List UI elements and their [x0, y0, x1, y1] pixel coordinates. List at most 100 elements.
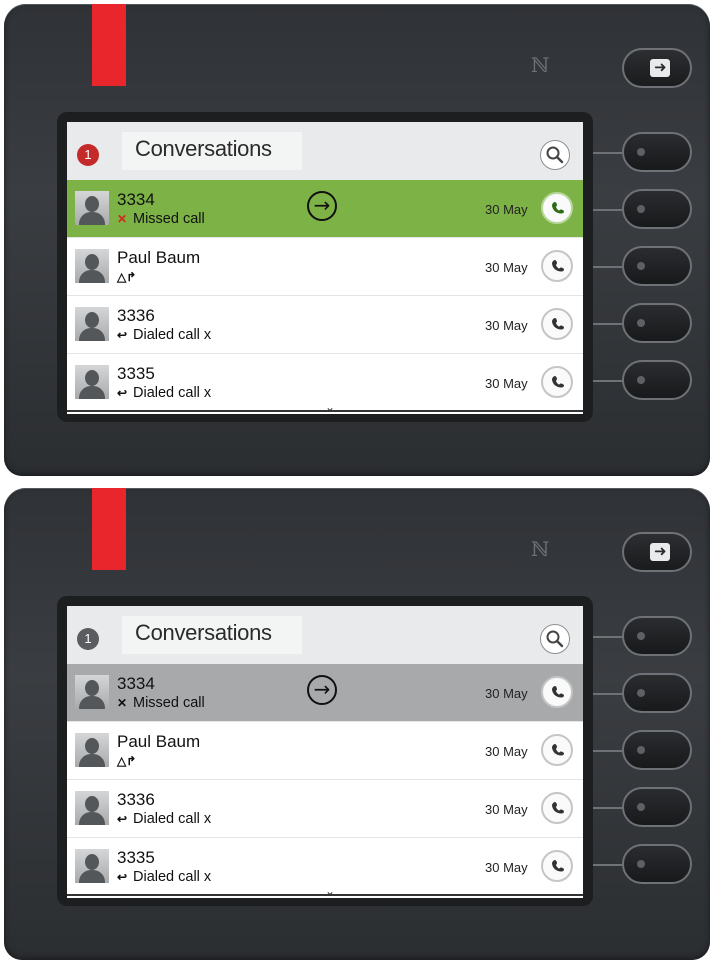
- call-button[interactable]: [541, 192, 573, 224]
- key-dot: [637, 148, 645, 156]
- dialed-call-icon: ↩: [117, 328, 128, 342]
- call-date: 30 May: [485, 744, 528, 759]
- key-dot: [637, 632, 645, 640]
- call-status: ↩ Dialed call x: [117, 869, 211, 885]
- list-item[interactable]: 3336 ↩ Dialed call x 30 May: [67, 296, 583, 354]
- key-connector: [593, 693, 623, 695]
- call-status-label: Missed call: [133, 695, 205, 711]
- forward-icon: △↱: [117, 754, 137, 768]
- message-led: [92, 4, 126, 86]
- search-button[interactable]: [540, 140, 570, 170]
- phone-icon: [552, 860, 564, 872]
- call-status-label: Dialed call x: [133, 869, 212, 885]
- key-connector: [593, 209, 623, 211]
- unread-badge: 1: [77, 144, 99, 166]
- softkey-3[interactable]: [622, 730, 692, 770]
- key-dot: [637, 376, 645, 384]
- key-dot: [637, 205, 645, 213]
- contact-name: 3336: [117, 790, 155, 809]
- key-connector: [593, 266, 623, 268]
- avatar: [75, 675, 109, 709]
- dialed-call-icon: ↩: [117, 386, 128, 400]
- nfc-icon: ℕ: [531, 53, 550, 77]
- list-item[interactable]: 3336 ↩ Dialed call x 30 May: [67, 780, 583, 838]
- key-dot: [637, 803, 645, 811]
- contact-name: 3335: [117, 364, 155, 383]
- contact-name: Paul Baum: [117, 732, 201, 751]
- key-connector: [593, 380, 623, 382]
- call-status-label: Dialed call x: [133, 811, 212, 827]
- call-status: ✕ Missed call: [117, 211, 205, 227]
- call-status: ✕ Missed call: [117, 695, 205, 711]
- call-button[interactable]: [541, 250, 573, 282]
- softkey-2[interactable]: [622, 673, 692, 713]
- arrow-right-icon[interactable]: →: [307, 675, 337, 705]
- call-button[interactable]: [541, 676, 573, 708]
- phone-icon: [552, 202, 564, 214]
- phone-panel-top: ℕ 1 Conversations 3334 ✕ Missed call: [4, 4, 710, 476]
- call-button[interactable]: [541, 734, 573, 766]
- divider: [67, 410, 583, 412]
- exit-key-button[interactable]: [622, 48, 692, 88]
- avatar: [75, 791, 109, 825]
- forward-icon: △↱: [117, 270, 137, 284]
- call-button[interactable]: [541, 308, 573, 340]
- page-title: Conversations: [135, 620, 272, 645]
- softkey-5[interactable]: [622, 844, 692, 884]
- key-dot: [637, 319, 645, 327]
- contact-name: Paul Baum: [117, 248, 201, 267]
- call-status-label: Dialed call x: [133, 385, 212, 401]
- phone-icon: [552, 260, 564, 272]
- list-item[interactable]: Paul Baum △↱ 30 May: [67, 238, 583, 296]
- avatar: [75, 307, 109, 341]
- key-connector: [593, 750, 623, 752]
- call-date: 30 May: [485, 860, 528, 875]
- phone-icon: [552, 318, 564, 330]
- call-status: ↩ Dialed call x: [117, 385, 211, 401]
- phone-icon: [552, 376, 564, 388]
- arrow-right-icon[interactable]: →: [307, 191, 337, 221]
- call-status: △↱: [117, 753, 137, 769]
- contact-name: 3336: [117, 306, 155, 325]
- softkey-4[interactable]: [622, 787, 692, 827]
- key-connector: [593, 807, 623, 809]
- call-date: 30 May: [485, 376, 528, 391]
- key-dot: [637, 860, 645, 868]
- call-date: 30 May: [485, 318, 528, 333]
- call-status-label: Dialed call x: [133, 327, 212, 343]
- search-button[interactable]: [540, 624, 570, 654]
- call-date: 30 May: [485, 802, 528, 817]
- exit-key-button[interactable]: [622, 532, 692, 572]
- search-icon: [546, 146, 564, 164]
- call-button[interactable]: [541, 366, 573, 398]
- softkey-3[interactable]: [622, 246, 692, 286]
- avatar: [75, 365, 109, 399]
- display-screen: 1 Conversations 3334 ✕ Missed call → 30 M…: [67, 122, 583, 414]
- softkey-4[interactable]: [622, 303, 692, 343]
- softkey-1[interactable]: [622, 132, 692, 172]
- message-led: [92, 488, 126, 570]
- avatar: [75, 249, 109, 283]
- avatar: [75, 733, 109, 767]
- softkey-2[interactable]: [622, 189, 692, 229]
- phone-icon: [552, 744, 564, 756]
- call-button[interactable]: [541, 850, 573, 882]
- display-screen: 1 Conversations 3334 ✕ Missed call → 30 M…: [67, 606, 583, 898]
- softkey-5[interactable]: [622, 360, 692, 400]
- phone-panel-bottom: ℕ 1 Conversations 3334 ✕ Missed call: [4, 488, 710, 960]
- key-connector: [593, 323, 623, 325]
- softkey-1[interactable]: [622, 616, 692, 656]
- key-connector: [593, 152, 623, 154]
- list-item[interactable]: Paul Baum △↱ 30 May: [67, 722, 583, 780]
- list-item[interactable]: 3334 ✕ Missed call → 30 May: [67, 180, 583, 238]
- list-item[interactable]: 3334 ✕ Missed call → 30 May: [67, 664, 583, 722]
- missed-call-icon: ✕: [117, 696, 128, 710]
- missed-call-icon: ✕: [117, 212, 128, 226]
- page-title: Conversations: [135, 136, 272, 161]
- call-status: △↱: [117, 269, 137, 285]
- call-status: ↩ Dialed call x: [117, 327, 211, 343]
- call-button[interactable]: [541, 792, 573, 824]
- dialed-call-icon: ↩: [117, 870, 128, 884]
- avatar: [75, 191, 109, 225]
- exit-icon: [650, 542, 670, 561]
